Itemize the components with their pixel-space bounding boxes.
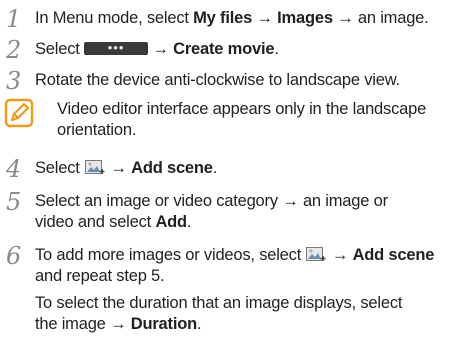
step-number: 1 — [6, 5, 22, 33]
step-number: 2 — [6, 36, 22, 64]
step-text: Select an image or video category → an i… — [35, 192, 388, 231]
note-text: Video editor interface appears only in t… — [57, 100, 427, 139]
step-number: 5 — [6, 188, 22, 216]
pencil-note-icon — [4, 98, 34, 128]
step-number: 6 — [6, 242, 22, 270]
step-text: Select ••• → Create movie. — [35, 40, 279, 58]
step-text: Rotate the device anti-clockwise to land… — [35, 71, 400, 89]
image-add-icon — [85, 160, 105, 174]
more-options-button-image: ••• — [84, 40, 149, 55]
step-text: To add more images or videos, select → A… — [35, 246, 435, 333]
step-text: In Menu mode, select My files → Images →… — [35, 9, 429, 27]
image-add-icon — [306, 247, 326, 261]
step-text: Select → Add scene. — [35, 159, 218, 177]
step-number: 4 — [6, 155, 22, 183]
step-number: 3 — [6, 67, 22, 95]
